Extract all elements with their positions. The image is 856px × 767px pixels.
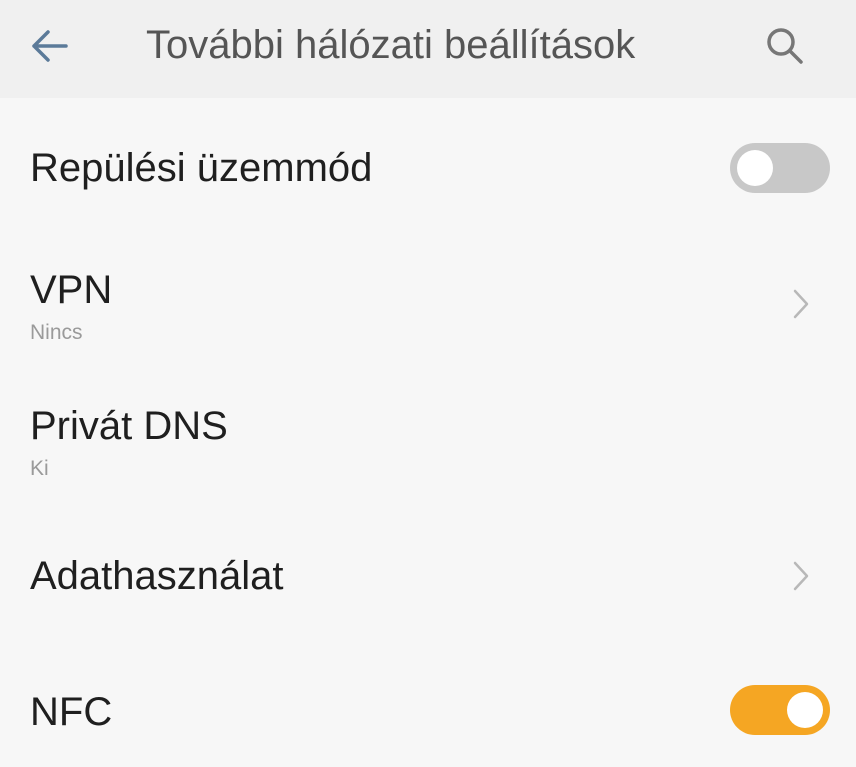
arrow-left-icon xyxy=(32,30,68,62)
toggle-knob xyxy=(787,692,823,728)
nfc-toggle[interactable] xyxy=(730,685,830,735)
vpn-status: Nincs xyxy=(30,321,83,344)
private-dns-label: Privát DNS xyxy=(30,404,228,448)
search-icon xyxy=(767,28,803,64)
chevron-right-icon xyxy=(786,556,816,596)
toggle-knob xyxy=(737,150,773,186)
nfc-label: NFC xyxy=(30,690,113,734)
search-button[interactable] xyxy=(755,16,815,76)
page-title: További hálózati beállítások xyxy=(146,23,636,67)
data-usage-label: Adathasználat xyxy=(30,554,284,598)
airplane-mode-toggle[interactable] xyxy=(730,143,830,193)
vpn-label: VPN xyxy=(30,268,113,312)
nfc-row[interactable]: NFC xyxy=(0,640,856,767)
data-usage-row[interactable]: Adathasználat xyxy=(0,516,856,640)
app-bar: További hálózati beállítások xyxy=(0,0,856,98)
private-dns-row[interactable]: Privát DNS Ki xyxy=(0,378,856,516)
airplane-mode-label: Repülési üzemmód xyxy=(30,146,373,190)
back-button[interactable] xyxy=(18,16,78,76)
vpn-row[interactable]: VPN Nincs xyxy=(0,238,856,378)
chevron-right-icon xyxy=(786,284,816,324)
private-dns-status: Ki xyxy=(30,457,49,480)
airplane-mode-row[interactable]: Repülési üzemmód xyxy=(0,98,856,238)
